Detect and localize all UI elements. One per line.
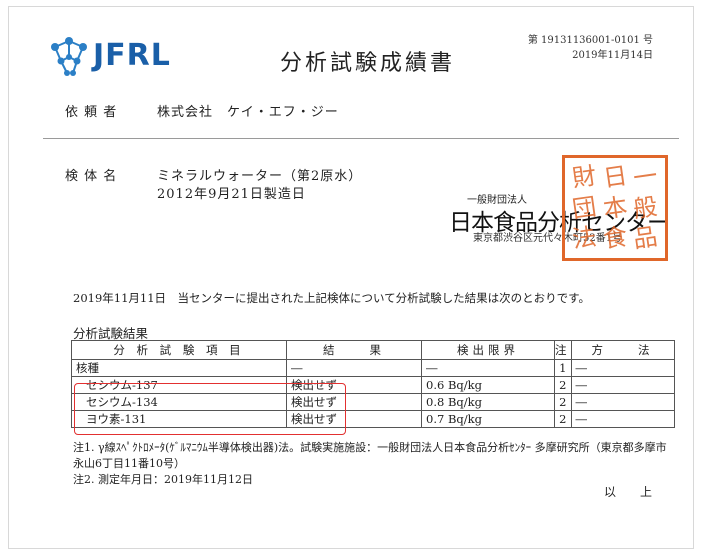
jfrl-logo: JFRL	[47, 33, 177, 79]
logo-wordmark: JFRL	[93, 38, 171, 73]
cell-method: ―	[570, 393, 675, 411]
cell-method: ―	[570, 359, 675, 377]
note-1: 注1. γ線ｽﾍﾟｸﾄﾛﾒｰﾀ(ｹﾞﾙﾏﾆｳﾑ半導体検出器)法。試験実施施設：一…	[73, 441, 667, 454]
header-method: 方 法	[570, 340, 675, 360]
header-result: 結 果	[286, 340, 422, 360]
seal-char: 法	[570, 222, 599, 254]
client-value: 株式会社 ケイ・エフ・ジー	[157, 105, 339, 120]
cell-note: 1	[554, 359, 572, 377]
sample-name: ミネラルウォーター（第2原水）	[157, 169, 363, 184]
seal-char: 食	[601, 222, 629, 254]
seal-char: 財	[570, 161, 599, 193]
official-seal-stamp: 財 日 一 団 本 般 法 食 品	[562, 155, 668, 261]
highlight-box	[74, 383, 346, 435]
cell-note: 2	[554, 410, 572, 428]
note-1-continued: 永山6丁目11番10号）	[73, 457, 185, 470]
header-note: 注	[554, 340, 572, 360]
seal-char: 品	[631, 222, 660, 254]
result-statement: 2019年11月11日 当センターに提出された上記検体について分析試験した結果は…	[73, 291, 591, 305]
table-header-row: 分 析 試 験 項 目 結 果 検出限界 注 方 法	[71, 340, 675, 360]
divider	[43, 138, 679, 139]
seal-char: 日	[601, 161, 629, 193]
cell-result: ―	[286, 359, 422, 377]
cell-limit: ―	[421, 359, 555, 377]
sample-manufactured-date: 2012年9月21日製造日	[157, 187, 306, 202]
header-item: 分 析 試 験 項 目	[71, 340, 287, 360]
cell-note: 2	[554, 393, 572, 411]
document-title: 分析試験成績書	[280, 51, 456, 76]
molecule-logo-icon	[51, 37, 87, 76]
cell-method: ―	[570, 376, 675, 394]
sample-label: 検 体 名	[65, 169, 118, 184]
cell-limit: 0.8 Bq/kg	[421, 393, 555, 411]
document-number-block: 第 19131136001-0101 号 2019年11月14日	[528, 33, 653, 63]
cell-limit: 0.6 Bq/kg	[421, 376, 555, 394]
cell-method: ―	[570, 410, 675, 428]
header-limit: 検出限界	[421, 340, 555, 360]
client-label: 依 頼 者	[65, 105, 118, 120]
closing-text: 以 上	[604, 485, 659, 499]
cell-item: 核種	[71, 359, 287, 377]
table-row: 核種 ― ― 1 ―	[71, 359, 675, 377]
document-date: 2019年11月14日	[572, 50, 653, 61]
cell-note: 2	[554, 376, 572, 394]
document-number: 第 19131136001-0101 号	[527, 35, 653, 46]
cell-limit: 0.7 Bq/kg	[421, 410, 555, 428]
document-page: JFRL 分析試験成績書 第 19131136001-0101 号 2019年1…	[8, 6, 694, 549]
seal-char: 一	[631, 161, 660, 193]
note-2: 注2. 測定年月日：2019年11月12日	[73, 473, 253, 486]
